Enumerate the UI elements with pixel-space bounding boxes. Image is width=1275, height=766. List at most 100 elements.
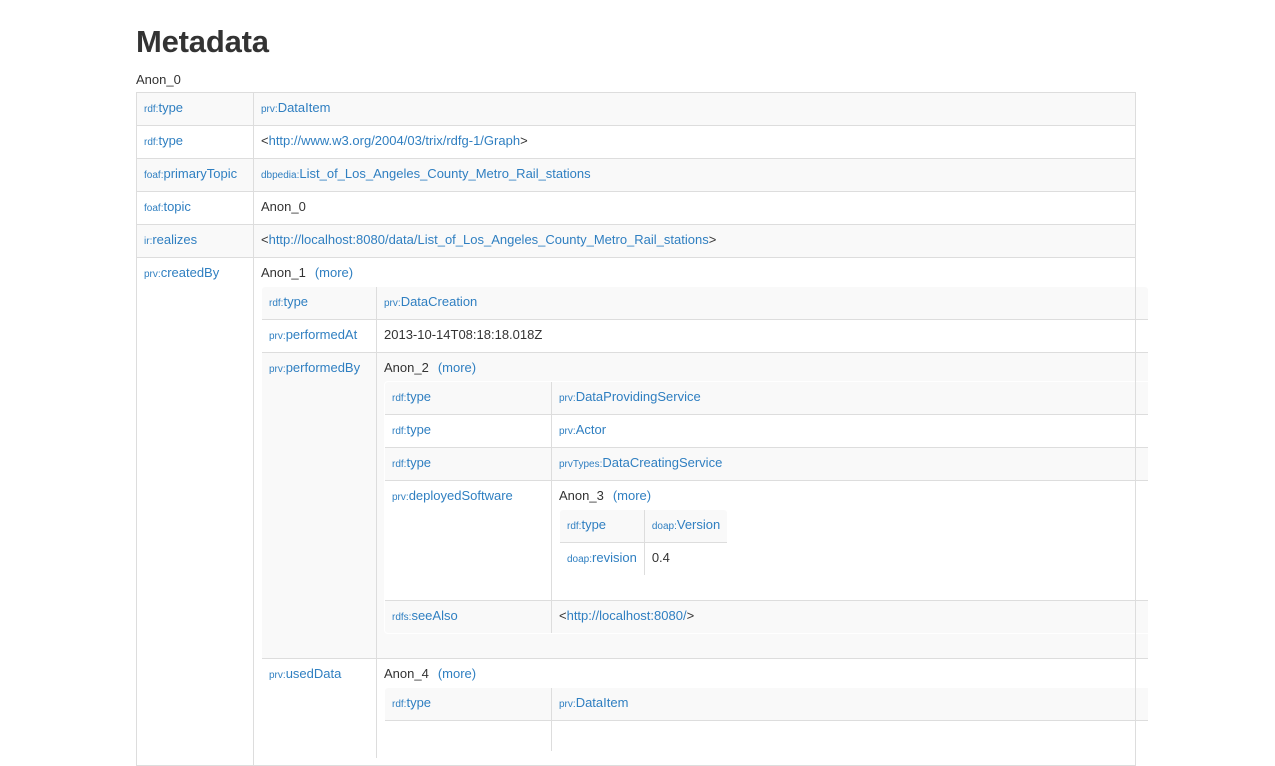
qname-link[interactable]: rdf:type <box>392 695 431 710</box>
more-link[interactable]: (more) <box>315 265 353 280</box>
more-link[interactable]: (more) <box>438 666 476 681</box>
value-cell: Anon_2 (more) rdf:type prv:DataProviding… <box>376 352 1148 659</box>
qname-local: type <box>581 517 607 532</box>
qname-link[interactable]: rdf:type <box>144 100 183 115</box>
predicate-cell: foaf:primaryTopic <box>136 158 254 192</box>
anon-node-header: Anon_2 (more) <box>384 359 1141 377</box>
uri-value: <http://localhost:8080/> <box>559 608 694 623</box>
qname-prefix: prv <box>559 393 573 404</box>
qname-link[interactable]: prv:DataItem <box>261 100 330 115</box>
table-row: rdf:type prv:Actor <box>385 414 1148 448</box>
value-cell: Anon_0 <box>253 191 1136 225</box>
angle-open: < <box>261 133 269 148</box>
qname-link[interactable]: rdf:type <box>392 455 431 470</box>
uri-link[interactable]: http://localhost:8080/ <box>567 608 687 623</box>
more-link[interactable]: (more) <box>438 360 476 375</box>
angle-open: < <box>261 232 269 247</box>
qname-prefix: rdf <box>392 459 404 470</box>
table-row <box>385 720 1148 751</box>
qname-prefix: rdf <box>144 104 156 115</box>
literal-value: Anon_0 <box>261 199 306 214</box>
table-row: doap:revision 0.4 <box>560 542 728 575</box>
qname-local: type <box>406 389 432 404</box>
predicate-cell: rdf:type <box>385 382 552 415</box>
paren-close: ) <box>646 488 652 503</box>
qname-prefix: prv <box>269 670 283 681</box>
qname-local: performedAt <box>285 327 358 342</box>
table-row: prv:usedData Anon_4 (more) rdf:type prv:… <box>262 658 1148 758</box>
qname-link[interactable]: doap:revision <box>567 550 637 565</box>
paren-close: ) <box>348 265 354 280</box>
qname-prefix: dbpedia <box>261 170 297 181</box>
value-cell: <http://localhost:8080/> <box>551 600 1148 633</box>
table-row: rdf:type prv:DataItem <box>136 92 1136 126</box>
qname-local: DataCreatingService <box>602 455 723 470</box>
predicate-cell: rdf:type <box>262 287 377 320</box>
predicate-cell: rdf:type <box>385 688 552 721</box>
qname-link[interactable]: ir:realizes <box>144 232 197 247</box>
metadata-table-anon2: rdf:type prv:DataProvidingService rdf:ty… <box>384 381 1148 634</box>
angle-close: > <box>520 133 528 148</box>
qname-link[interactable]: prv:performedAt <box>269 327 357 342</box>
qname-prefix: prv <box>392 492 406 503</box>
more-label: more <box>442 360 472 375</box>
qname-local: createdBy <box>160 265 220 280</box>
qname-link[interactable]: foaf:topic <box>144 199 191 214</box>
qname-link[interactable]: prv:usedData <box>269 666 341 681</box>
qname-prefix: rdf <box>144 137 156 148</box>
nested-table-spacer <box>559 576 1148 594</box>
root-resource-label: Anon_0 <box>136 72 181 87</box>
value-cell: doap:Version <box>643 510 728 543</box>
page-container: Metadata Anon_0 rdf:type prv:DataItem rd… <box>0 0 1275 766</box>
table-row: rdf:type doap:Version <box>560 510 728 543</box>
predicate-cell: rdf:type <box>136 125 254 159</box>
qname-local: DataProvidingService <box>575 389 701 404</box>
anon-node-header: Anon_4 (more) <box>384 665 1141 683</box>
qname-local: realizes <box>152 232 198 247</box>
value-cell: 2013-10-14T08:18:18.018Z <box>376 319 1148 353</box>
qname-link[interactable]: rdfs:seeAlso <box>392 608 458 623</box>
value-cell: dbpedia:List_of_Los_Angeles_County_Metro… <box>253 158 1136 192</box>
more-link[interactable]: (more) <box>613 488 651 503</box>
table-row: rdf:type prv:DataItem <box>385 688 1148 721</box>
qname-local: deployedSoftware <box>408 488 513 503</box>
qname-prefix: prv <box>559 426 573 437</box>
qname-local: type <box>158 133 184 148</box>
qname-link[interactable]: rdf:type <box>144 133 183 148</box>
qname-link[interactable]: rdf:type <box>567 517 606 532</box>
qname-link[interactable]: foaf:primaryTopic <box>144 166 237 181</box>
qname-link[interactable]: prv:DataItem <box>559 695 628 710</box>
angle-open: < <box>559 608 567 623</box>
predicate-cell: rdf:type <box>560 510 645 543</box>
qname-prefix: prv <box>269 331 283 342</box>
qname-link[interactable]: prv:Actor <box>559 422 606 437</box>
qname-local: seeAlso <box>411 608 458 623</box>
predicate-cell: rdf:type <box>385 414 552 448</box>
uri-link[interactable]: http://www.w3.org/2004/03/trix/rdfg-1/Gr… <box>269 133 520 148</box>
qname-link[interactable]: rdf:type <box>392 389 431 404</box>
qname-link[interactable]: prv:performedBy <box>269 360 360 375</box>
predicate-cell: rdf:type <box>385 447 552 481</box>
predicate-cell: doap:revision <box>560 542 645 575</box>
qname-link[interactable]: rdf:type <box>269 294 308 309</box>
qname-link[interactable]: dbpedia:List_of_Los_Angeles_County_Metro… <box>261 166 591 181</box>
qname-link[interactable]: doap:Version <box>652 517 720 532</box>
qname-link[interactable]: prv:DataProvidingService <box>559 389 701 404</box>
qname-link[interactable]: rdf:type <box>392 422 431 437</box>
qname-link[interactable]: prvTypes:DataCreatingService <box>559 455 722 470</box>
qname-local: type <box>158 100 184 115</box>
uri-link[interactable]: http://localhost:8080/data/List_of_Los_A… <box>269 232 709 247</box>
qname-prefix: foaf <box>144 203 161 214</box>
value-cell: prvTypes:DataCreatingService <box>551 447 1148 481</box>
table-row: foaf:topic Anon_0 <box>136 191 1136 225</box>
qname-link[interactable]: prv:DataCreation <box>384 294 477 309</box>
paren-close: ) <box>471 360 477 375</box>
qname-prefix: prv <box>384 298 398 309</box>
value-cell: Anon_3 (more) rdf:type doap:Version doap… <box>551 480 1148 601</box>
qname-local: List_of_Los_Angeles_County_Metro_Rail_st… <box>299 166 591 181</box>
qname-prefix: doap <box>651 521 675 532</box>
qname-local: revision <box>592 550 637 565</box>
qname-prefix: prv <box>269 364 283 375</box>
qname-link[interactable]: prv:deployedSoftware <box>392 488 513 503</box>
qname-link[interactable]: prv:createdBy <box>144 265 219 280</box>
